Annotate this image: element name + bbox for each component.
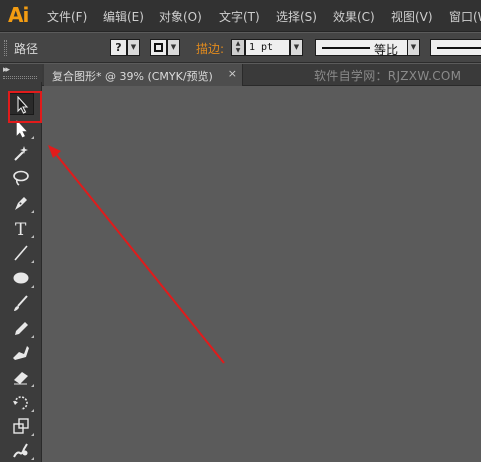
magic-wand-icon — [14, 146, 28, 161]
flyout-indicator — [31, 384, 34, 387]
paintbrush-tool[interactable] — [8, 292, 34, 314]
control-bar-grip[interactable] — [4, 40, 7, 56]
type-t-icon: T — [15, 220, 27, 237]
flyout-indicator — [31, 260, 34, 263]
profile-label: 等比 — [374, 43, 399, 57]
menu-edit[interactable]: 编辑(E) — [103, 8, 144, 25]
artboard-canvas[interactable] — [43, 87, 481, 462]
warp-icon — [13, 443, 28, 458]
pen-tool[interactable] — [8, 192, 34, 214]
document-tab-bar: 复合图形* @ 39% (CMYK/预览) × 软件自学网：RJZXW.COM — [42, 64, 481, 86]
stroke-label-link[interactable]: 描边: — [196, 40, 224, 57]
pencil-tool[interactable] — [8, 317, 34, 339]
flyout-indicator — [31, 210, 34, 213]
app-logo: Ai — [8, 3, 29, 27]
lasso-tool[interactable] — [8, 167, 34, 189]
eraser-tool[interactable] — [8, 366, 34, 388]
pencil-icon — [15, 322, 28, 335]
paintbrush-icon — [14, 295, 28, 311]
menu-select[interactable]: 选择(S) — [276, 8, 317, 25]
stroke-weight-field[interactable]: 1 pt — [245, 39, 290, 56]
site-watermark: 软件自学网：RJZXW.COM — [314, 69, 462, 83]
close-tab-icon[interactable]: × — [228, 67, 237, 80]
svg-text:T: T — [15, 220, 27, 237]
rotate-tool[interactable] — [8, 391, 34, 413]
stroke-weight-stepper[interactable]: ▲ ▼ — [231, 39, 245, 56]
line-icon — [14, 245, 28, 261]
flyout-indicator — [31, 335, 34, 338]
toolbar-header: ▸▸ — [0, 64, 42, 82]
flyout-indicator — [31, 433, 34, 436]
ellipse-tool[interactable] — [8, 267, 34, 289]
variable-width-profile-select[interactable]: 等比 — [315, 39, 420, 57]
stroke-swatch[interactable] — [150, 39, 167, 56]
tools-panel: T — [0, 82, 42, 462]
menu-window[interactable]: 窗口(W) — [449, 8, 481, 25]
blob-brush-icon — [13, 346, 29, 360]
flyout-indicator — [31, 235, 34, 238]
annotation-highlight-box — [8, 91, 42, 123]
scale-tool[interactable] — [8, 415, 34, 437]
pen-nib-icon — [15, 197, 27, 210]
flyout-indicator — [31, 285, 34, 288]
collapse-panel-icon[interactable]: ▸▸ — [3, 65, 10, 75]
warp-tool[interactable] — [8, 439, 34, 461]
menu-object[interactable]: 对象(O) — [159, 8, 202, 25]
fill-state-icon: ? — [115, 41, 122, 54]
fill-dropdown-button[interactable]: ▼ — [127, 39, 140, 56]
menu-bar: Ai 文件(F) 编辑(E) 对象(O) 文字(T) 选择(S) 效果(C) 视… — [0, 0, 481, 32]
profile-dropdown-button[interactable]: ▼ — [407, 39, 420, 56]
menu-view[interactable]: 视图(V) — [391, 8, 433, 25]
menu-type[interactable]: 文字(T) — [219, 8, 260, 25]
flyout-indicator — [31, 136, 34, 139]
fill-swatch[interactable]: ? — [110, 39, 127, 56]
stroke-square-icon — [154, 43, 163, 52]
magic-wand-tool[interactable] — [8, 142, 34, 164]
line-segment-tool[interactable] — [8, 242, 34, 264]
toolbar-grip[interactable] — [3, 76, 37, 79]
ellipse-icon — [13, 272, 29, 284]
eraser-icon — [14, 372, 28, 385]
blob-brush-tool[interactable] — [8, 341, 34, 363]
menu-effect[interactable]: 效果(C) — [333, 8, 375, 25]
control-bar: 路径 ? ▼ ▼ 描边: ▲ ▼ 1 pt ▼ 等比 ▼ — [0, 33, 481, 63]
spinner-up-icon: ▲ — [235, 40, 241, 47]
flyout-indicator — [31, 409, 34, 412]
spinner-down-icon: ▼ — [235, 47, 241, 54]
uniform-profile-line — [322, 47, 370, 49]
type-tool[interactable]: T — [8, 217, 34, 239]
scale-icon — [13, 418, 29, 434]
document-tab-label: 复合图形* @ 39% (CMYK/预览) — [52, 70, 213, 83]
document-tab[interactable]: 复合图形* @ 39% (CMYK/预览) × — [44, 64, 243, 86]
brush-line-preview — [437, 47, 481, 49]
menu-file[interactable]: 文件(F) — [47, 8, 87, 25]
stroke-weight-dropdown-button[interactable]: ▼ — [290, 39, 303, 56]
brush-definition-select[interactable] — [430, 39, 481, 56]
selection-type-label: 路径 — [14, 42, 39, 56]
flyout-indicator — [31, 457, 34, 460]
rotate-icon — [13, 396, 28, 410]
stroke-dropdown-button[interactable]: ▼ — [167, 39, 180, 56]
lasso-icon — [13, 170, 29, 186]
